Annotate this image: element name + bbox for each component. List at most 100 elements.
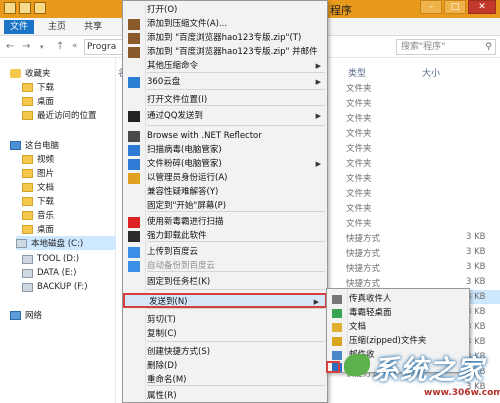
nav-item-music[interactable]: 音乐 — [22, 208, 54, 222]
nav-label: 图片 — [37, 169, 55, 179]
column-header-size[interactable]: 大小 — [422, 66, 440, 79]
address-input[interactable]: Progra — [84, 39, 126, 55]
cell-type: 文件夹 — [346, 144, 372, 154]
table-row[interactable]: 文件夹 — [322, 170, 500, 184]
context-menu-item[interactable]: 扫描病毒(电脑管家) — [123, 143, 327, 158]
table-row[interactable]: 文件夹 — [322, 185, 500, 199]
recent-dropdown-icon[interactable]: ▾ — [40, 43, 44, 51]
tab-file[interactable]: 文件 — [4, 20, 34, 34]
submenu-item[interactable]: 毒霸轻桌面 — [327, 307, 469, 320]
minimize-button[interactable]: – — [420, 0, 442, 14]
context-menu-item[interactable]: 属性(R) — [123, 389, 327, 403]
context-menu-item[interactable]: 通过QQ发送到 ▶ — [123, 109, 327, 124]
nav-item-drive-c[interactable]: 本地磁盘 (C:) — [16, 236, 116, 250]
forward-arrow-icon[interactable]: → — [22, 41, 30, 52]
context-menu-item[interactable]: 发送到(N) ▶ — [123, 293, 327, 308]
close-button[interactable]: ✕ — [468, 0, 496, 14]
nav-item-documents[interactable]: 文档 — [22, 180, 54, 194]
context-menu-item[interactable]: 添加到 "百度浏览器hao123专版.zip"(T) — [123, 31, 327, 46]
menu-item-label: 剪切(T) — [147, 315, 176, 325]
tab-share[interactable]: 共享 — [78, 20, 108, 34]
nav-label: 音乐 — [37, 211, 55, 221]
search-input[interactable]: 搜索"程序" ⚲ — [396, 39, 496, 55]
nav-item-drive-d[interactable]: TOOL (D:) — [22, 252, 79, 266]
table-row[interactable]: 文件夹 — [322, 80, 500, 94]
table-row[interactable]: 文件夹 — [322, 155, 500, 169]
submenu-item-label: 毒霸轻桌面 — [349, 308, 392, 318]
logo-leaf-icon — [344, 354, 370, 376]
nav-label: 本地磁盘 (C:) — [31, 239, 84, 249]
context-menu-item[interactable]: Browse with .NET Reflector — [123, 129, 327, 144]
context-menu-item[interactable]: 兼容性疑难解答(Y) — [123, 185, 327, 200]
context-menu-item[interactable]: 文件粉碎(电脑管家) ▶ — [123, 157, 327, 172]
table-row[interactable]: 文件夹 — [322, 140, 500, 154]
nav-favorites[interactable]: 收藏夹 — [10, 66, 51, 80]
menu-item-label: 删除(D) — [147, 361, 178, 371]
pictures-folder-icon — [22, 168, 33, 178]
context-menu-item[interactable]: 使用新毒霸进行扫描 — [123, 215, 327, 230]
nav-this-pc[interactable]: 这台电脑 — [10, 138, 59, 152]
table-row[interactable]: 快捷方式3 KB — [322, 260, 500, 274]
nav-item-desktop[interactable]: 桌面 — [22, 94, 54, 108]
up-arrow-icon[interactable]: ↑ — [56, 41, 64, 52]
table-row[interactable]: 文件夹 — [322, 215, 500, 229]
antivirus-icon — [128, 217, 140, 228]
folder-icon[interactable] — [4, 2, 16, 14]
column-header-type[interactable]: 类型 — [348, 66, 366, 79]
context-menu-item[interactable]: 固定到任务栏(K) — [123, 275, 327, 290]
context-menu-item[interactable]: 复制(C) — [123, 327, 327, 342]
maximize-button[interactable]: □ — [444, 0, 466, 14]
search-icon[interactable]: ⚲ — [485, 40, 492, 54]
submenu-item[interactable]: 传真收件人 — [327, 293, 469, 306]
table-row[interactable]: 快捷方式3 KB — [322, 245, 500, 259]
submenu-item-label: 传真收件人 — [349, 294, 392, 304]
context-menu-item[interactable]: 剪切(T) — [123, 313, 327, 328]
nav-item-downloads[interactable]: 下载 — [22, 80, 54, 94]
menu-separator — [147, 89, 325, 90]
menu-separator — [147, 72, 325, 73]
context-menu-item[interactable]: 上传到百度云 — [123, 245, 327, 260]
nav-item-pc-downloads[interactable]: 下载 — [22, 194, 54, 208]
context-menu-item[interactable]: 以管理员身份运行(A) — [123, 171, 327, 186]
nav-network[interactable]: 网络 — [10, 308, 42, 322]
table-row[interactable]: 快捷方式3 KB — [322, 275, 500, 289]
table-row[interactable]: 文件夹 — [322, 125, 500, 139]
cell-type: 文件夹 — [346, 219, 372, 229]
table-row[interactable]: 文件夹 — [322, 200, 500, 214]
nav-item-videos[interactable]: 视频 — [22, 152, 54, 166]
menu-item-label: 打开(O) — [147, 5, 178, 15]
menu-item-label: 属性(R) — [147, 391, 177, 401]
star-icon — [10, 68, 21, 78]
context-menu-item[interactable]: 打开(O) — [123, 3, 327, 18]
breadcrumb-overflow-icon[interactable]: « — [72, 41, 78, 51]
context-menu-item[interactable]: 添加到 "百度浏览器hao123专版.zip" 并邮件 — [123, 45, 327, 60]
table-row[interactable]: 快捷方式3 KB — [322, 230, 500, 244]
cell-type: 文件夹 — [346, 99, 372, 109]
back-arrow-icon[interactable]: ← — [6, 41, 14, 52]
cell-type: 文件夹 — [346, 174, 372, 184]
properties-icon[interactable] — [19, 2, 31, 14]
submenu-item[interactable]: 文档 — [327, 321, 469, 334]
nav-item-pictures[interactable]: 图片 — [22, 166, 54, 180]
nav-item-pc-desktop[interactable]: 桌面 — [22, 222, 54, 236]
explorer-window: 程序 – □ ✕ 文件 主页 共享 ← → ▾ ↑ « Progra 搜索"程序… — [0, 0, 500, 403]
nav-item-drive-f[interactable]: BACKUP (F:) — [22, 280, 88, 294]
window-title: 程序 — [330, 4, 352, 17]
menu-item-label: 添加到 "百度浏览器hao123专版.zip"(T) — [147, 33, 302, 43]
menu-item-label: 使用新毒霸进行扫描 — [147, 217, 224, 227]
cell-type: 快捷方式 — [346, 249, 381, 259]
nav-item-drive-e[interactable]: DATA (E:) — [22, 266, 76, 280]
tab-home[interactable]: 主页 — [42, 20, 72, 34]
table-row[interactable]: 文件夹 — [322, 110, 500, 124]
nav-item-recent[interactable]: 最近访问的位置 — [22, 108, 97, 122]
cell-type: 快捷方式 — [346, 264, 381, 274]
menu-item-label: Browse with .NET Reflector — [147, 131, 262, 141]
context-menu-item[interactable]: 添加到压缩文件(A)... — [123, 17, 327, 32]
context-menu-item[interactable]: 创建快捷方式(S) — [123, 345, 327, 360]
baidu-cloud-icon — [128, 247, 140, 258]
new-folder-icon[interactable] — [34, 2, 46, 14]
table-row[interactable]: 文件夹 — [322, 95, 500, 109]
cell-type: 文件夹 — [346, 159, 372, 169]
context-menu-item[interactable]: 删除(D) — [123, 359, 327, 374]
context-menu-item[interactable]: 360云盘 ▶ — [123, 75, 327, 90]
